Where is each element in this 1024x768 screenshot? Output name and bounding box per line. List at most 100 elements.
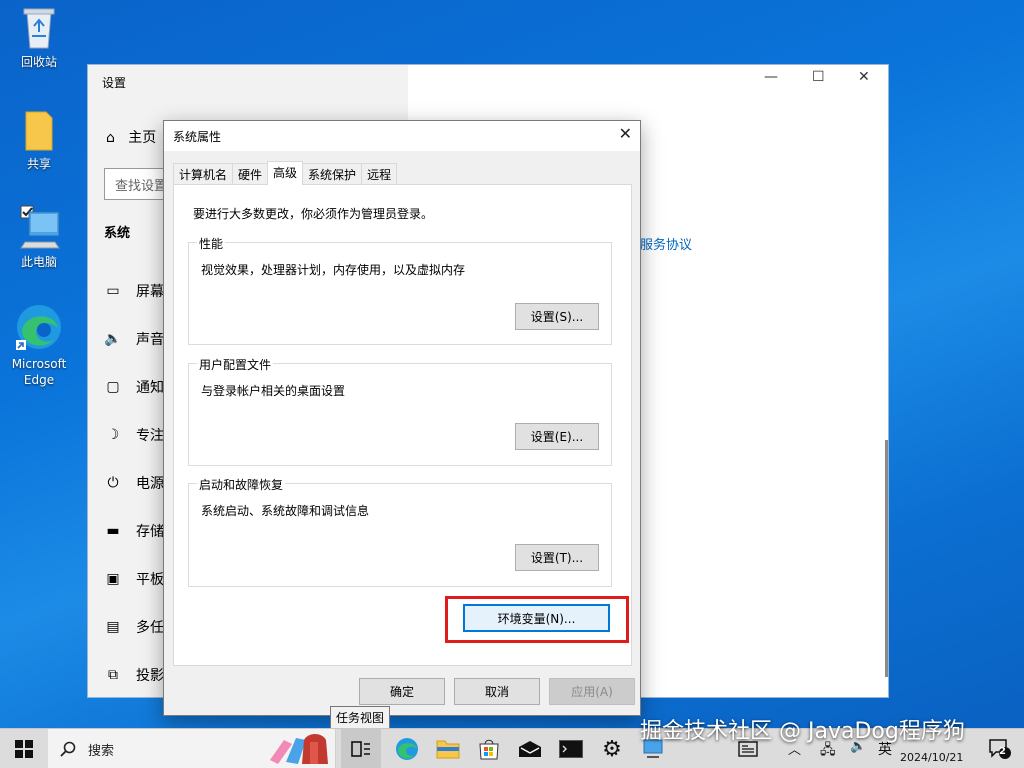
edge-icon [16,305,61,350]
taskbar-search-box[interactable]: 搜索 [48,729,336,768]
taskbar-edge[interactable] [387,729,427,768]
computer-icon [20,205,60,249]
task-view-icon [351,741,370,757]
apply-button[interactable]: 应用(A) [549,678,635,705]
edge-icon [396,738,418,760]
system-properties-dialog: 系统属性 ✕ 计算机名 硬件 高级 系统保护 远程 要进行大多数更改，你必须作为… [163,120,641,716]
windows-logo-icon [15,740,33,758]
start-button[interactable] [0,729,48,768]
folder-icon [25,111,53,151]
gear-icon: ⚙ [602,736,622,762]
close-icon[interactable]: ✕ [619,124,632,143]
dialog-title: 系统属性 [173,130,222,144]
settings-nav-notifications[interactable]: ▢ 通知 [104,377,164,397]
projector-icon: ⧉ [108,667,118,683]
red-highlight-box [445,596,629,643]
settings-title: 设置 [102,76,127,90]
watermark: 掘金技术社区 @ JavaDog程序狗 [640,719,965,744]
nav-label: 屏幕 [136,284,164,300]
taskbar-date[interactable]: 2024/10/21 [900,751,963,764]
desktop-icon-shared-folder[interactable]: 共享 [1,108,77,172]
action-center-button[interactable]: 2 [980,729,1020,768]
user-profile-settings-button[interactable]: 设置(E)... [515,423,599,450]
folder-icon [436,740,460,759]
desktop-icon-label: 共享 [26,157,51,171]
settings-nav-tablet[interactable]: ▣ 平板 [104,569,164,589]
recycle-bin-icon [23,8,55,49]
taskbar-store[interactable] [469,729,509,768]
settings-section-title: 系统 [104,226,131,241]
search-icon [60,741,76,757]
startup-recovery-settings-button[interactable]: 设置(T)... [515,544,599,571]
monitor-icon: ▭ [106,283,120,299]
storage-icon: ▬ [106,523,120,539]
desktop-icon-label: 回收站 [20,55,57,69]
settings-nav-sound[interactable]: 🔈 声音 [104,329,164,349]
store-icon [479,739,499,760]
nav-label: 平板 [136,572,164,588]
power-icon: ⏻ [107,475,119,491]
multitask-icon: ▤ [106,619,120,635]
cancel-button[interactable]: 取消 [454,678,540,705]
tab-remote[interactable]: 远程 [361,163,398,184]
startup-recovery-desc: 系统启动、系统故障和调试信息 [201,504,370,518]
dialog-titlebar: 系统属性 ✕ [164,121,640,151]
tablet-icon: ▣ [106,571,120,587]
mail-icon [519,741,541,757]
taskbar-settings[interactable]: ⚙ [592,729,632,768]
nav-label: 通知 [136,380,164,396]
desktop-icon-recycle-bin[interactable]: 回收站 [1,6,77,70]
nav-label: 投影 [136,668,164,684]
nav-label: 多任 [136,620,164,636]
maximize-icon[interactable]: ☐ [812,69,825,85]
settings-nav-multitasking[interactable]: ▤ 多任 [104,617,164,637]
taskbar-mail[interactable] [510,729,550,768]
service-agreement-link[interactable]: 服务协议 [640,234,692,253]
dialog-tabs: 计算机名 硬件 高级 系统保护 远程 [173,161,398,185]
notification-icon: ▢ [106,379,120,395]
minimize-icon[interactable]: — [764,69,778,85]
user-profile-group: 用户配置文件 与登录帐户相关的桌面设置 设置(E)... [188,356,612,466]
close-icon[interactable]: ✕ [858,69,870,85]
admin-note: 要进行大多数更改，你必须作为管理员登录。 [193,207,434,221]
tab-system-protection[interactable]: 系统保护 [302,163,363,184]
settings-scrollbar[interactable] [885,440,888,677]
taskbar-terminal[interactable] [551,729,591,768]
nav-label: 存储 [136,524,164,540]
tab-advanced[interactable]: 高级 [267,161,304,185]
desktop-icon-label: 此电脑 [20,255,57,269]
settings-nav-projecting[interactable]: ⧉ 投影 [104,665,164,685]
settings-nav-focus[interactable]: ☽ 专注 [104,425,164,445]
settings-nav-display[interactable]: ▭ 屏幕 [104,281,164,301]
taskbar-file-explorer[interactable] [428,729,468,768]
desktop-icon-label: Microsoft Edge [11,357,67,387]
tab-hardware[interactable]: 硬件 [232,163,269,184]
settings-nav-power[interactable]: ⏻ 电源 [104,473,164,493]
performance-desc: 视觉效果，处理器计划，内存使用，以及虚拟内存 [201,263,466,277]
settings-nav-storage[interactable]: ▬ 存储 [104,521,164,541]
performance-settings-button[interactable]: 设置(S)... [515,303,599,330]
home-label: 主页 [128,130,157,146]
performance-group: 性能 视觉效果，处理器计划，内存使用，以及虚拟内存 设置(S)... [188,235,612,345]
speaker-icon: 🔈 [104,331,122,347]
moon-icon: ☽ [106,427,120,443]
startup-recovery-legend: 启动和故障恢复 [197,476,286,493]
desktop-icon-this-pc[interactable]: 此电脑 [1,204,77,270]
advanced-tab-panel: 要进行大多数更改，你必须作为管理员登录。 性能 视觉效果，处理器计划，内存使用，… [173,184,632,666]
terminal-icon [559,740,583,758]
taskbar-search-placeholder: 搜索 [88,743,115,759]
user-profile-legend: 用户配置文件 [197,356,274,373]
ok-button[interactable]: 确定 [359,678,445,705]
task-view-tooltip: 任务视图 [330,706,391,729]
desktop-icon-edge[interactable]: Microsoft Edge [1,302,77,388]
search-highlight-art-icon [270,734,328,764]
task-view-button[interactable] [341,729,381,768]
notification-count: 2 [999,746,1006,757]
user-profile-desc: 与登录帐户相关的桌面设置 [201,384,346,398]
performance-legend: 性能 [197,235,226,252]
settings-home-link[interactable]: ⌂ 主页 [106,127,156,147]
nav-label: 专注 [136,428,164,444]
nav-label: 电源 [136,476,164,492]
tab-computer-name[interactable]: 计算机名 [173,163,234,184]
startup-recovery-group: 启动和故障恢复 系统启动、系统故障和调试信息 设置(T)... [188,476,612,587]
